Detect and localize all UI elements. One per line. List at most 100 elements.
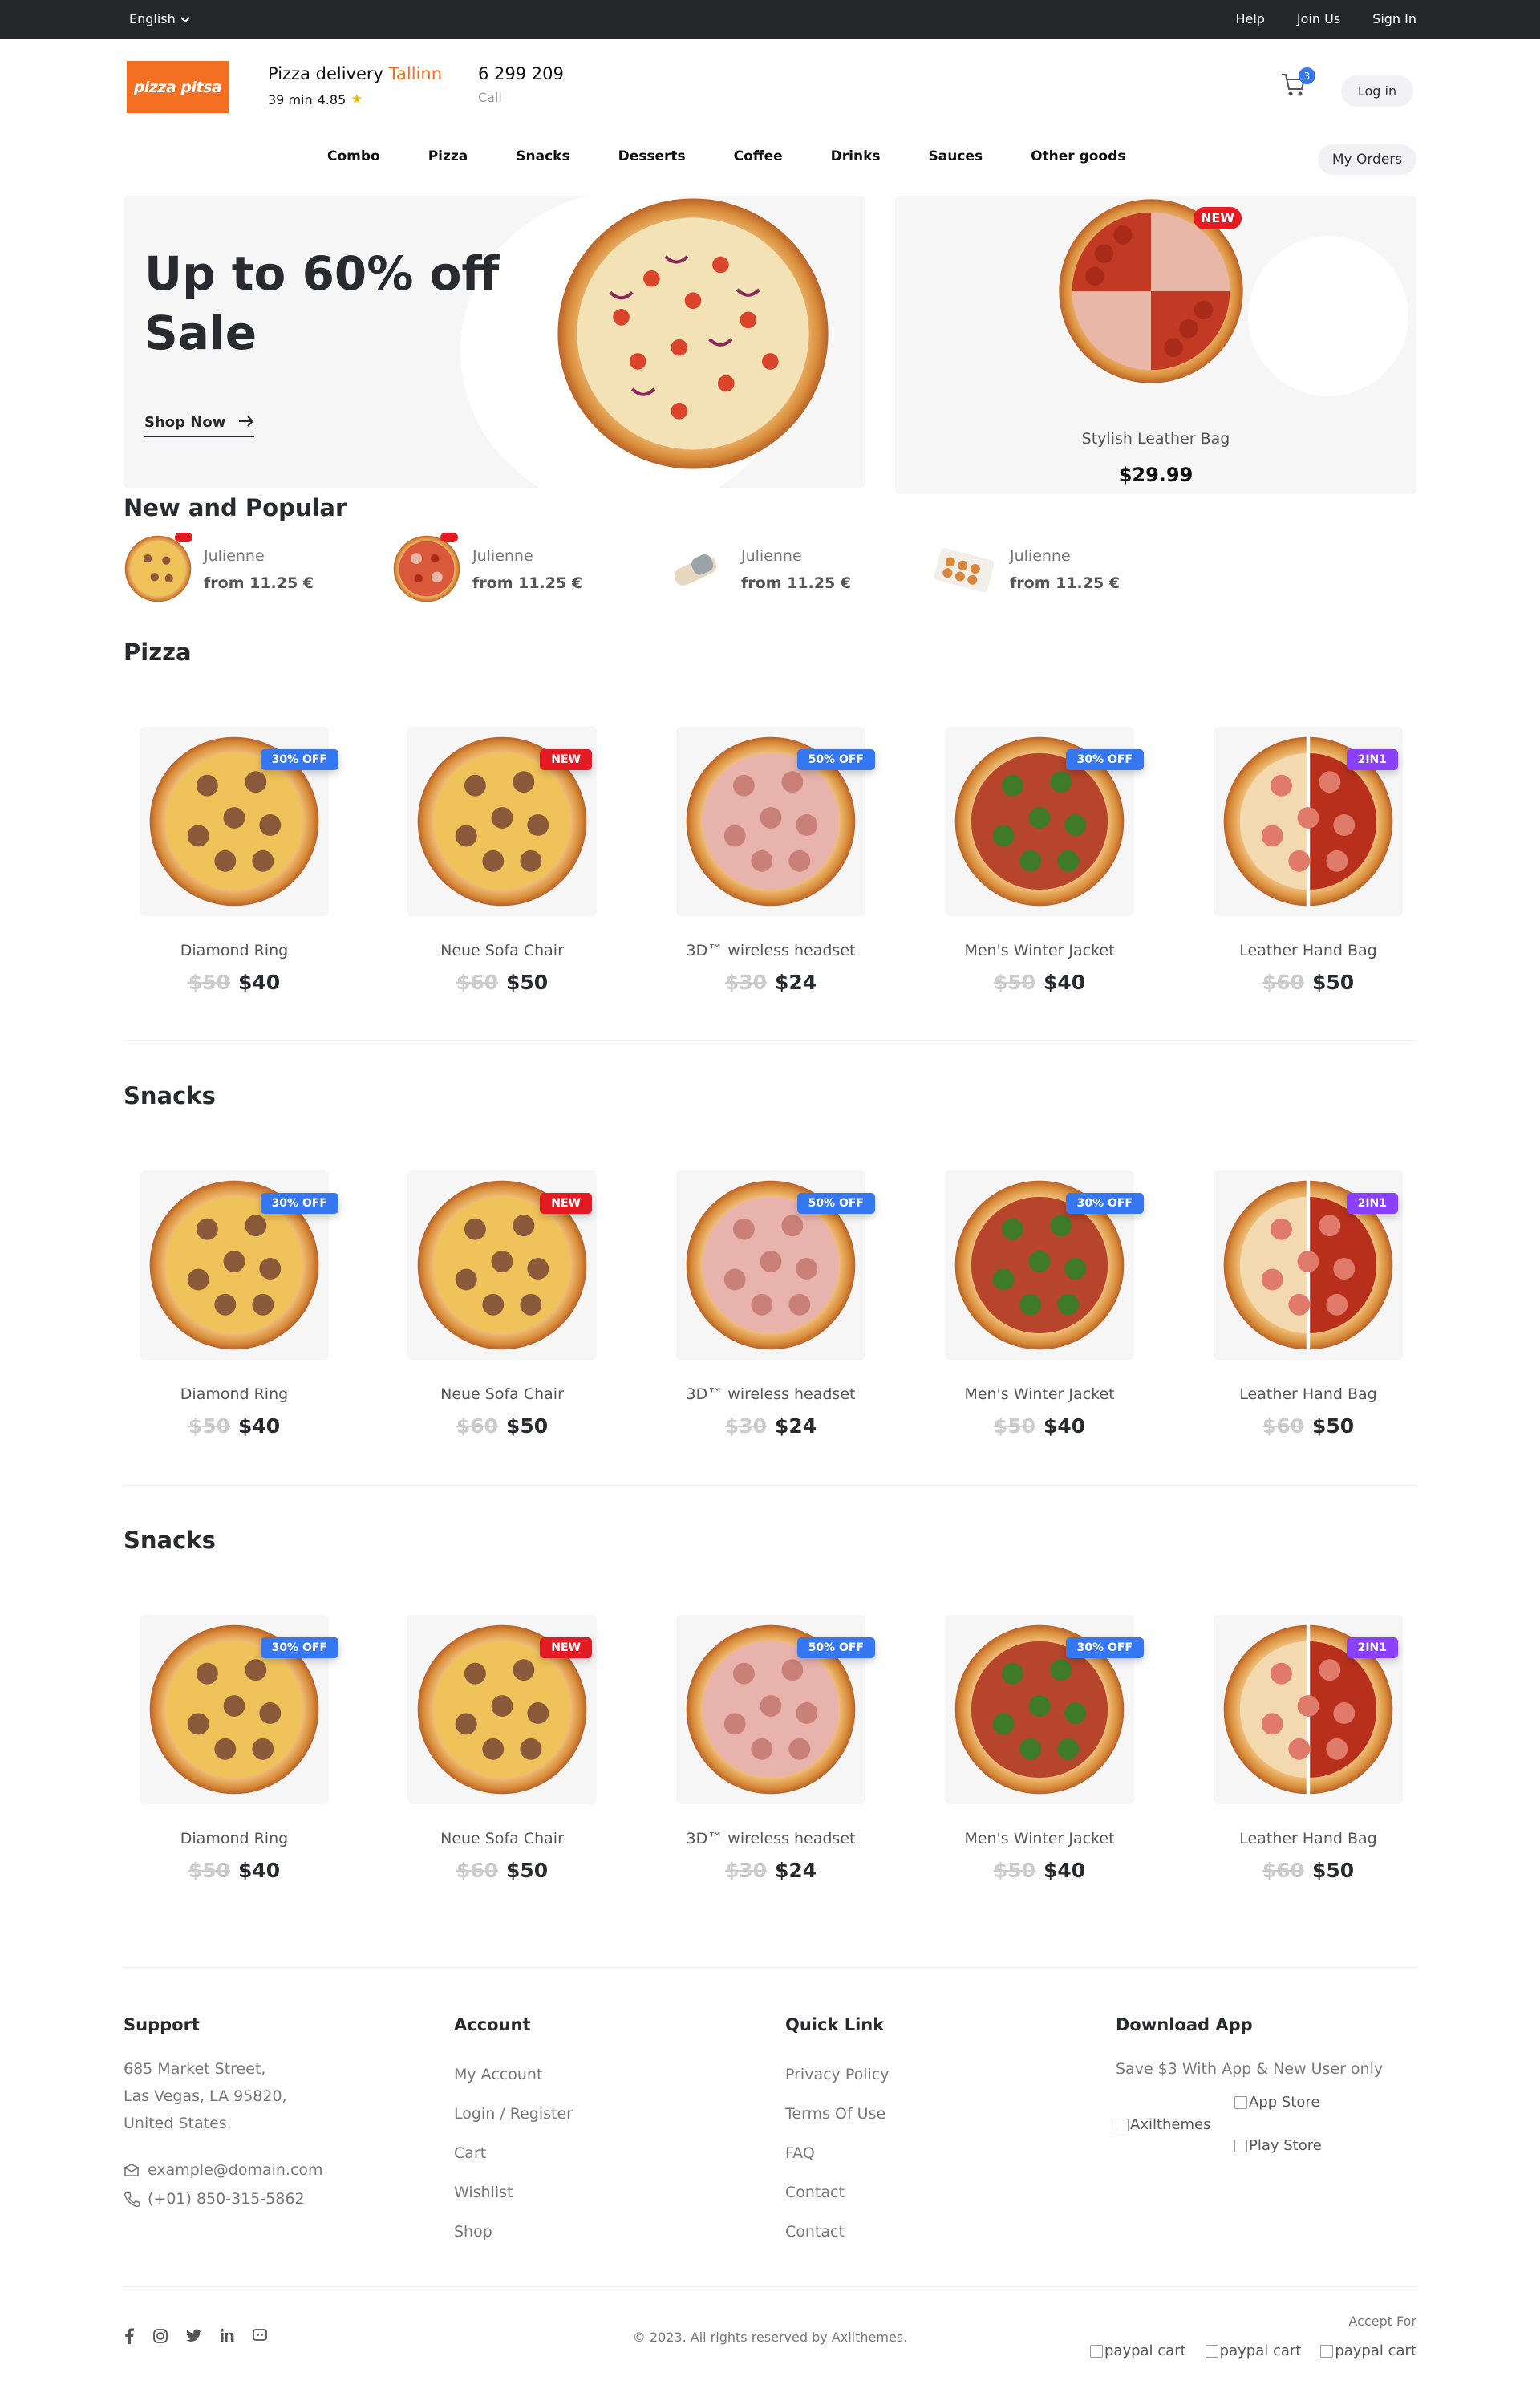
product-image-box[interactable]: 50% OFF xyxy=(676,1170,875,1360)
footer-quick-title: Quick Link xyxy=(785,2015,885,2034)
product-prices: $50 $40 xyxy=(945,1859,1134,1882)
broken-image-icon xyxy=(1234,2095,1247,2109)
product-name[interactable]: Men's Winter Jacket xyxy=(945,1385,1134,1403)
popular-item[interactable]: Julienne from 11.25 € xyxy=(661,531,902,603)
join-us-link[interactable]: Join Us xyxy=(1297,11,1340,26)
payment-alt: paypal cart xyxy=(1335,2342,1416,2359)
nav-item-desserts[interactable]: Desserts xyxy=(594,148,710,164)
product-name[interactable]: Neue Sofa Chair xyxy=(407,942,597,959)
product-name[interactable]: Men's Winter Jacket xyxy=(945,942,1134,959)
new-popular-title: New and Popular xyxy=(124,494,347,521)
product-name[interactable]: Diamond Ring xyxy=(140,1385,329,1403)
app-store-badge[interactable]: App Store xyxy=(1234,2094,1319,2111)
product-name[interactable]: Leather Hand Bag xyxy=(1214,1385,1403,1403)
product-image-box[interactable]: NEW xyxy=(407,1170,597,1360)
footer-link-contact[interactable]: Contact xyxy=(785,2213,889,2252)
product-image-box[interactable]: 2IN1 xyxy=(1214,1615,1403,1804)
product-badge: 30% OFF xyxy=(260,1193,338,1214)
email-contact[interactable]: example@domain.com xyxy=(124,2161,323,2179)
nav-item-pizza[interactable]: Pizza xyxy=(404,148,492,164)
nav-item-drinks[interactable]: Drinks xyxy=(807,148,905,164)
product-name[interactable]: 3D™ wireless headset xyxy=(676,1385,865,1403)
product-name[interactable]: Leather Hand Bag xyxy=(1214,942,1403,959)
product-image-box[interactable]: 2IN1 xyxy=(1214,1170,1403,1360)
language-selector[interactable]: English xyxy=(129,11,190,26)
help-link[interactable]: Help xyxy=(1235,11,1264,26)
product-price: $24 xyxy=(775,971,817,994)
product-name[interactable]: Men's Winter Jacket xyxy=(945,1830,1134,1848)
sign-in-link[interactable]: Sign In xyxy=(1372,11,1416,26)
play-store-badge[interactable]: Play Store xyxy=(1234,2137,1322,2154)
product-name[interactable]: Neue Sofa Chair xyxy=(407,1830,597,1848)
footer-link-shop[interactable]: Shop xyxy=(454,2213,573,2252)
hero-new-product-banner[interactable]: NEW Stylish Leather Bag $29.99 xyxy=(895,196,1416,494)
product-price: $40 xyxy=(238,971,281,994)
phone-label: Call xyxy=(478,90,502,105)
product-name[interactable]: Leather Hand Bag xyxy=(1214,1830,1403,1848)
product-badge: 30% OFF xyxy=(1065,1193,1144,1214)
footer-link-contact[interactable]: Contact xyxy=(785,2173,889,2213)
product-image-box[interactable]: 50% OFF xyxy=(676,1615,875,1804)
qr-alt-text: Axilthemes xyxy=(1130,2116,1211,2133)
product-old-price: $60 xyxy=(456,1414,498,1438)
cart-button[interactable]: 3 xyxy=(1280,67,1315,101)
shop-now-link[interactable]: Shop Now xyxy=(144,414,255,437)
product-image-box[interactable]: NEW xyxy=(407,1615,597,1804)
nav-item-sauces[interactable]: Sauces xyxy=(905,148,1007,164)
phone-contact[interactable]: (+01) 850-315-5862 xyxy=(124,2190,323,2208)
product-price: $50 xyxy=(1312,971,1355,994)
my-orders-button[interactable]: My Orders xyxy=(1318,144,1416,175)
product-image-box[interactable]: 50% OFF xyxy=(676,727,875,916)
product-name[interactable]: Neue Sofa Chair xyxy=(407,1385,597,1403)
city-selector[interactable]: Tallinn xyxy=(389,64,442,83)
product-prices: $60 $50 xyxy=(1214,1859,1403,1882)
product-badge: 2IN1 xyxy=(1346,1637,1398,1658)
phone-info[interactable]: 6 299 209 Call xyxy=(478,64,564,105)
product-image-box[interactable]: 2IN1 xyxy=(1214,727,1403,916)
product-name[interactable]: 3D™ wireless headset xyxy=(676,942,865,959)
nav-item-coffee[interactable]: Coffee xyxy=(710,148,807,164)
popular-item[interactable]: Julienne from 11.25 € xyxy=(930,531,1170,603)
product-prices: $30 $24 xyxy=(676,971,865,994)
product-badge: 30% OFF xyxy=(1065,749,1144,770)
login-button[interactable]: Log in xyxy=(1341,75,1413,107)
popular-item-name: Julienne xyxy=(472,547,533,565)
product-image-box[interactable]: 30% OFF xyxy=(140,727,338,916)
footer-link-terms[interactable]: Terms Of Use xyxy=(785,2095,889,2134)
product-price: $24 xyxy=(775,1859,817,1882)
product-name[interactable]: Diamond Ring xyxy=(140,1830,329,1848)
hero-sale-banner[interactable]: Up to 60% off Sale Shop Now xyxy=(124,196,865,488)
product-image-box[interactable]: 30% OFF xyxy=(945,1170,1144,1360)
payment-image: paypal cart xyxy=(1089,2342,1186,2359)
product-old-price: $30 xyxy=(724,1414,767,1438)
nav-item-combo[interactable]: Combo xyxy=(327,148,404,164)
snack-box-thumbnail xyxy=(934,548,995,593)
product-image-box[interactable]: 30% OFF xyxy=(945,1615,1144,1804)
footer-app-subtitle: Save $3 With App & New User only xyxy=(1116,2060,1384,2078)
product-name[interactable]: 3D™ wireless headset xyxy=(676,1830,865,1848)
product-image-box[interactable]: 30% OFF xyxy=(140,1615,338,1804)
popular-item[interactable]: Julienne from 11.25 € xyxy=(392,531,633,603)
logo[interactable]: pizza pitsa xyxy=(127,61,229,113)
payment-alt: paypal cart xyxy=(1219,2342,1302,2359)
footer-link-faq[interactable]: FAQ xyxy=(785,2134,889,2173)
product-price: $24 xyxy=(775,1414,817,1438)
nav-item-other-goods[interactable]: Other goods xyxy=(1007,148,1149,164)
product-image-box[interactable]: NEW xyxy=(407,727,597,916)
footer-link-my-account[interactable]: My Account xyxy=(454,2055,573,2095)
play-store-alt: Play Store xyxy=(1249,2137,1322,2154)
popular-item-price: from 11.25 € xyxy=(1010,574,1121,592)
footer-link-login-register[interactable]: Login / Register xyxy=(454,2095,573,2134)
product-image-box[interactable]: 30% OFF xyxy=(140,1170,338,1360)
footer-link-privacy[interactable]: Privacy Policy xyxy=(785,2055,889,2095)
new-badge: NEW xyxy=(1194,207,1242,229)
product-badge: 30% OFF xyxy=(260,1637,338,1658)
footer-link-wishlist[interactable]: Wishlist xyxy=(454,2173,573,2213)
product-old-price: $60 xyxy=(1262,971,1304,994)
nav-item-snacks[interactable]: Snacks xyxy=(492,148,594,164)
product-image-box[interactable]: 30% OFF xyxy=(945,727,1144,916)
footer-link-cart[interactable]: Cart xyxy=(454,2134,573,2173)
product-name[interactable]: Diamond Ring xyxy=(140,942,329,959)
popular-item[interactable]: Julienne from 11.25 € xyxy=(124,531,364,603)
broken-image-icon xyxy=(1234,2139,1247,2152)
